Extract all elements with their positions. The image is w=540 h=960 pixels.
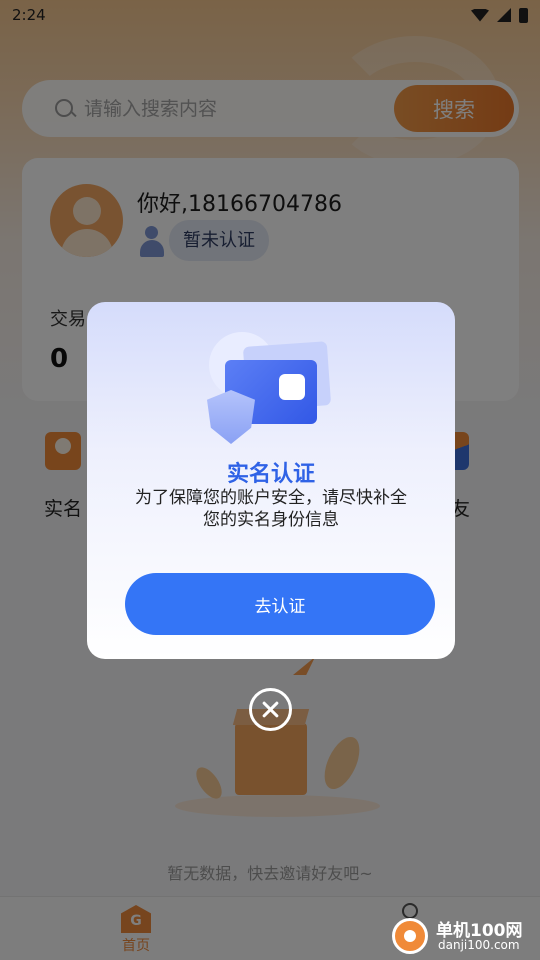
watermark: 单机100网 danji100.com: [392, 914, 540, 960]
verify-modal: 实名认证 为了保障您的账户安全，请尽快补全您的实名身份信息 去认证: [87, 302, 455, 659]
modal-title: 实名认证: [226, 462, 315, 487]
verification-illustration: [205, 332, 335, 444]
close-icon[interactable]: [249, 688, 292, 731]
watermark-logo-icon: [392, 918, 428, 954]
watermark-url: danji100.com: [438, 938, 520, 952]
go-verify-button[interactable]: 去认证: [125, 573, 435, 635]
modal-description: 为了保障您的账户安全，请尽快补全您的实名身份信息: [135, 488, 407, 530]
shield-icon: [207, 390, 255, 444]
